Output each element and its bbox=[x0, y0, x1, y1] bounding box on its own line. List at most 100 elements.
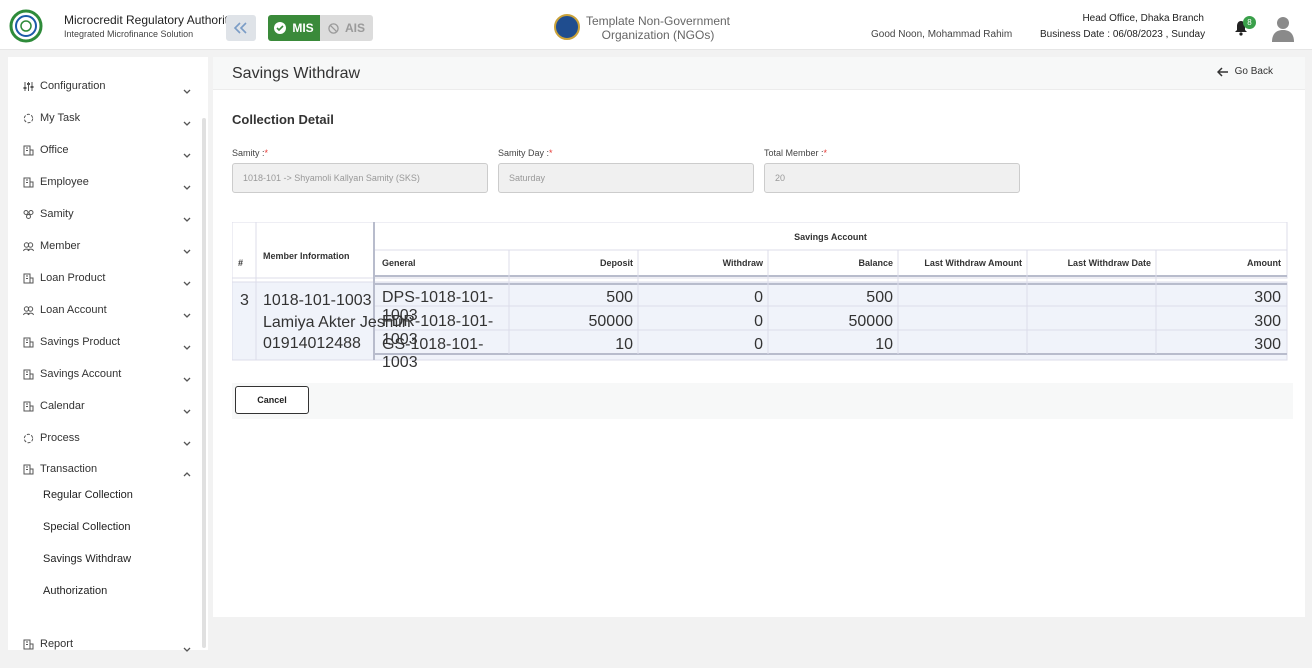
members-icon bbox=[22, 304, 34, 316]
action-bar: Cancel bbox=[232, 383, 1293, 419]
greeting-text: Good Noon, Mohammad Rahim bbox=[871, 29, 1013, 40]
member-phone: 01914012488 bbox=[263, 335, 361, 352]
sidebar-item-report[interactable]: Report bbox=[22, 634, 192, 654]
sidebar-subitem-regular-collection[interactable]: Regular Collection bbox=[43, 489, 133, 501]
branch-name: Head Office, Dhaka Branch bbox=[1082, 13, 1204, 24]
sidebar-item-label: Office bbox=[40, 144, 69, 156]
ngo-name-line2: Organization (NGOs) bbox=[601, 28, 715, 42]
cell-balance: 10 bbox=[875, 336, 893, 353]
org-name: Microcredit Regulatory Authority bbox=[64, 13, 235, 27]
sidebar-item-configuration[interactable]: Configuration bbox=[22, 76, 192, 96]
building-icon bbox=[22, 336, 34, 348]
cell-balance: 500 bbox=[866, 289, 893, 306]
sidebar-item-label: Member bbox=[40, 240, 81, 252]
org-subtitle: Integrated Microfinance Solution bbox=[64, 29, 194, 39]
go-back-label: Go Back bbox=[1234, 66, 1273, 77]
user-avatar-icon[interactable] bbox=[1271, 15, 1295, 43]
sidebar-item-label: Report bbox=[40, 638, 74, 650]
sidebar-scrollbar[interactable] bbox=[202, 118, 206, 648]
chevron-down-icon bbox=[182, 274, 192, 286]
col-header-deposit: Deposit bbox=[599, 258, 633, 268]
mis-label: MIS bbox=[292, 21, 314, 35]
members-icon bbox=[22, 240, 34, 252]
sidebar-item-my-task[interactable]: My Task bbox=[22, 108, 192, 128]
sidebar-item-label: My Task bbox=[40, 112, 81, 124]
cell-deposit: 50000 bbox=[588, 313, 634, 330]
sidebar-item-label: Savings Product bbox=[40, 336, 121, 348]
sidebar-item-label: Samity bbox=[40, 208, 74, 220]
sidebar-item-label: Process bbox=[40, 432, 80, 444]
building-icon bbox=[22, 176, 34, 188]
cell-amount[interactable]: 300 bbox=[1156, 289, 1281, 307]
sidebar-item-office[interactable]: Office bbox=[22, 140, 192, 160]
sidebar-item-loan-account[interactable]: Loan Account bbox=[22, 300, 192, 320]
cell-amount[interactable]: 300 bbox=[1156, 336, 1281, 354]
cell-deposit: 10 bbox=[615, 336, 633, 353]
go-back-button[interactable]: Go Back bbox=[1216, 66, 1273, 77]
cell-withdraw: 0 bbox=[754, 289, 763, 306]
ais-toggle-button[interactable]: AIS bbox=[320, 15, 373, 41]
total-member-field: 20 bbox=[764, 163, 1020, 193]
collapse-sidebar-button[interactable] bbox=[226, 15, 256, 41]
sidebar-subitem-special-collection[interactable]: Special Collection bbox=[43, 521, 130, 533]
total-member-label: Total Member :* bbox=[764, 148, 828, 158]
building-icon bbox=[22, 463, 34, 475]
sidebar-item-label: Employee bbox=[40, 176, 89, 188]
samity-field: 1018-101 -> Shyamoli Kallyan Samity (SKS… bbox=[232, 163, 488, 193]
samity-day-label: Samity Day :* bbox=[498, 148, 553, 158]
sidebar-item-transaction[interactable]: Transaction bbox=[22, 459, 192, 479]
col-header-withdraw: Withdraw bbox=[722, 258, 763, 268]
double-chevron-left-icon bbox=[233, 22, 247, 34]
cell-amount[interactable]: 300 bbox=[1156, 313, 1281, 331]
sidebar-subitem-authorization[interactable]: Authorization bbox=[43, 585, 107, 597]
sidebar-item-loan-product[interactable]: Loan Product bbox=[22, 268, 192, 288]
cell-withdraw: 0 bbox=[754, 313, 763, 330]
sidebar-item-savings-product[interactable]: Savings Product bbox=[22, 332, 192, 352]
cancel-button[interactable]: Cancel bbox=[235, 386, 309, 414]
chevron-up-icon bbox=[182, 465, 192, 477]
chevron-down-icon bbox=[182, 82, 192, 94]
col-header-member-info: Member Information bbox=[263, 251, 350, 261]
building-icon bbox=[22, 272, 34, 284]
col-header-index: # bbox=[238, 258, 244, 268]
arrow-left-icon bbox=[1216, 66, 1228, 77]
business-date: Business Date : 06/08/2023 , Sunday bbox=[1040, 29, 1206, 40]
sidebar-item-samity[interactable]: Samity bbox=[22, 204, 192, 224]
sidebar-item-member[interactable]: Member bbox=[22, 236, 192, 256]
building-icon bbox=[22, 368, 34, 380]
ais-label: AIS bbox=[344, 21, 365, 35]
circle-icon bbox=[22, 112, 34, 124]
col-header-last-withdraw-date: Last Withdraw Date bbox=[1067, 258, 1151, 268]
sidebar-item-label: Transaction bbox=[40, 463, 98, 475]
chevron-down-icon bbox=[182, 370, 192, 382]
sidebar-item-savings-account[interactable]: Savings Account bbox=[22, 364, 192, 384]
col-header-balance: Balance bbox=[858, 258, 893, 268]
col-header-last-withdraw-amount: Last Withdraw Amount bbox=[924, 258, 1022, 268]
chevron-down-icon bbox=[182, 114, 192, 126]
sidebar-item-process[interactable]: Process bbox=[22, 428, 192, 448]
mis-toggle-button[interactable]: MIS bbox=[268, 15, 320, 41]
sidebar-subitem-savings-withdraw[interactable]: Savings Withdraw bbox=[43, 553, 131, 565]
ngo-name: Template Non-Government Organization (NG… bbox=[578, 14, 738, 42]
sidebar-item-calendar[interactable]: Calendar bbox=[22, 396, 192, 416]
block-icon bbox=[328, 22, 339, 34]
check-circle-icon bbox=[274, 22, 287, 34]
member-index: 3 bbox=[240, 292, 249, 309]
ngo-name-line1: Template Non-Government bbox=[585, 14, 731, 28]
chevron-down-icon bbox=[182, 242, 192, 254]
col-header-amount: Amount bbox=[1247, 258, 1281, 268]
mra-logo bbox=[9, 9, 43, 43]
sliders-icon bbox=[22, 80, 34, 92]
section-title: Collection Detail bbox=[232, 112, 334, 127]
chevron-down-icon bbox=[182, 146, 192, 158]
sidebar-item-employee[interactable]: Employee bbox=[22, 172, 192, 192]
sidebar: Configuration My Task Office Employee Samity… bbox=[8, 57, 208, 652]
cell-deposit: 500 bbox=[606, 289, 633, 306]
chevron-down-icon bbox=[182, 338, 192, 350]
member-code: 1018-101-1003 bbox=[263, 292, 372, 309]
building-icon bbox=[22, 144, 34, 156]
chevron-down-icon bbox=[182, 306, 192, 318]
cell-balance: 50000 bbox=[848, 313, 894, 330]
savings-table: # Member Information Savings Account Gen… bbox=[232, 222, 1293, 371]
circle-icon bbox=[22, 432, 34, 444]
